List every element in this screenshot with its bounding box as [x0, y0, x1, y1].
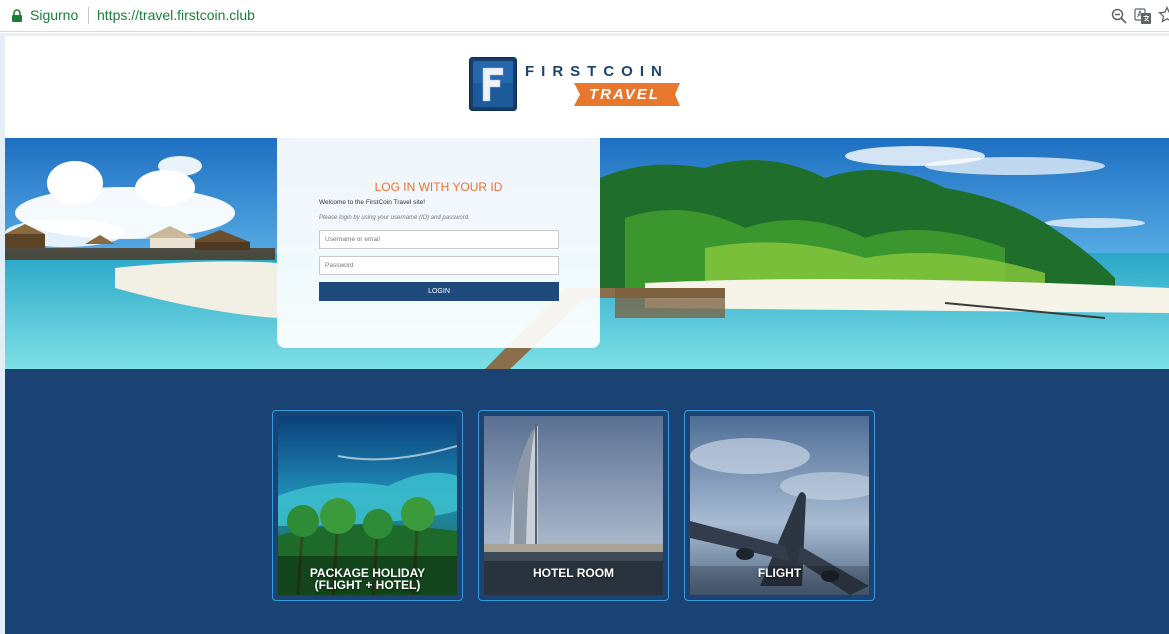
logo-subtitle: TRAVEL [589, 86, 660, 103]
address-divider [88, 7, 89, 24]
tile-label-line: (FLIGHT + HOTEL) [314, 578, 421, 592]
login-hint-text: Please login by using your username (ID)… [319, 215, 470, 221]
login-panel: LOG IN WITH YOUR ID Welcome to the First… [277, 138, 600, 348]
flight-tile[interactable]: FLIGHT [684, 410, 875, 601]
login-welcome-text: Welcome to the FirstCoin Travel site! [319, 199, 426, 206]
toolbar-divider [0, 33, 1169, 36]
tile-label: FLIGHT [757, 566, 802, 580]
login-title: LOG IN WITH YOUR ID [374, 180, 503, 194]
username-input[interactable] [319, 230, 559, 249]
lock-icon [12, 9, 22, 22]
star-icon[interactable] [1158, 6, 1169, 24]
login-button[interactable]: LOGIN [319, 282, 559, 301]
zoom-icon[interactable] [1111, 8, 1127, 24]
url-text[interactable]: https://travel.firstcoin.club [97, 7, 255, 23]
logo-mark-icon [469, 57, 517, 111]
package-holiday-tile[interactable]: PACKAGE HOLIDAY (FLIGHT + HOTEL) [272, 410, 463, 601]
tile-label: PACKAGE HOLIDAY (FLIGHT + HOTEL) [278, 567, 457, 591]
secure-label: Sigurno [30, 7, 79, 23]
hotel-room-tile[interactable]: HOTEL ROOM [478, 410, 669, 601]
password-input[interactable] [319, 256, 559, 275]
tile-label: HOTEL ROOM [532, 566, 615, 580]
logo-wordmark: FIRSTCOIN [525, 63, 669, 80]
address-bar[interactable]: Sigurno https://travel.firstcoin.club [0, 0, 1169, 32]
translate-icon[interactable] [1134, 7, 1152, 25]
site-logo[interactable]: FIRSTCOIN TRAVEL [469, 57, 684, 113]
